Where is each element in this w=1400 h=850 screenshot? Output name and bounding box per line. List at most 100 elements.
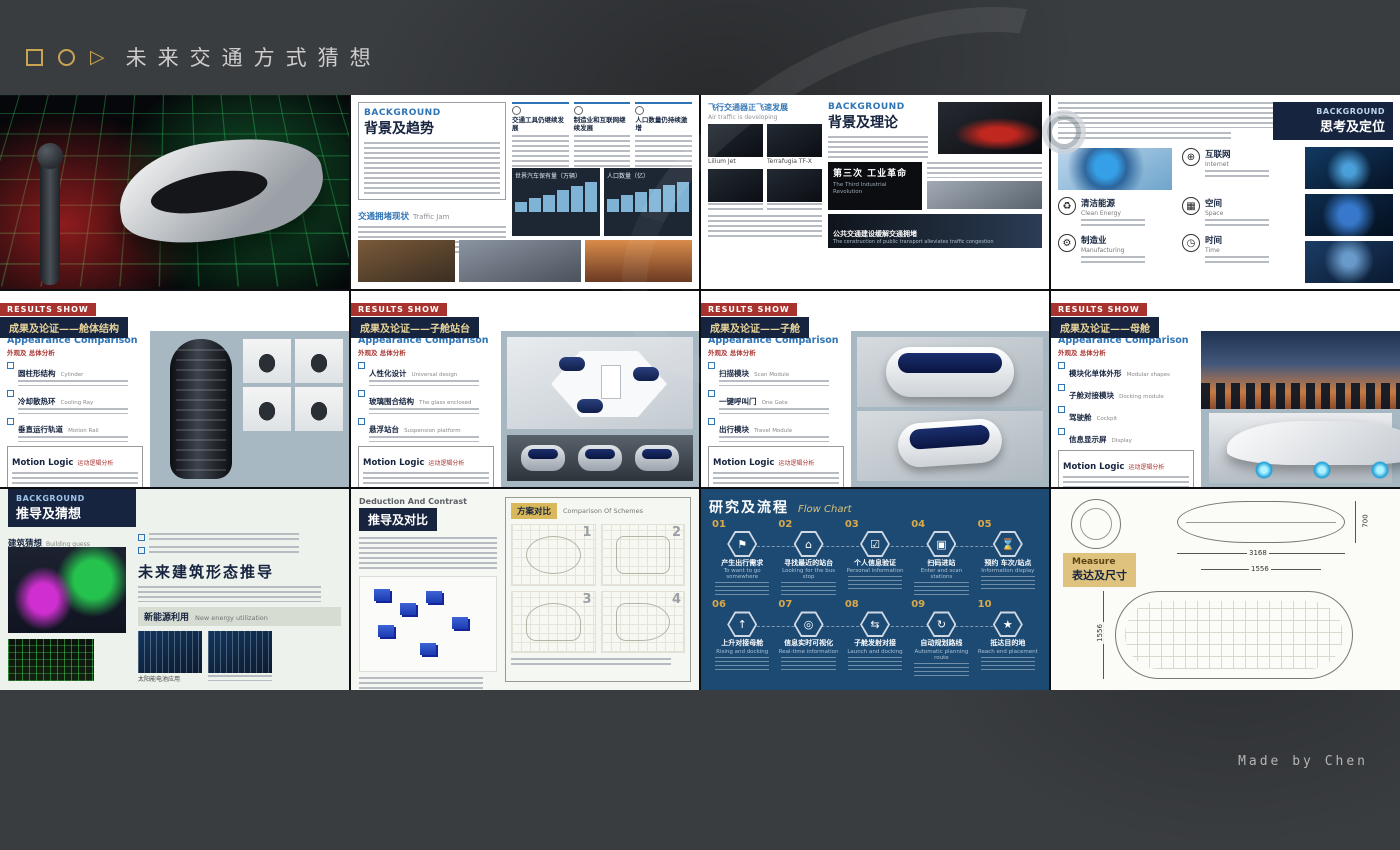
triangle-outline-icon: ▷ — [90, 49, 105, 66]
clean-energy-icon: ♻ — [1058, 197, 1076, 215]
docking-icon: ⇆ — [862, 613, 888, 635]
step-label-en: Launch and docking — [845, 649, 905, 655]
results-kicker: RESULTS SHOW — [1051, 303, 1147, 316]
pod-render-area — [851, 331, 1049, 487]
panel-background-theory: 飞行交通器正飞速发展 Air traffic is developing Lil… — [701, 95, 1049, 289]
panel-deduction-contrast: Deduction And Contrast 推导及对比 方案对比 Compar… — [351, 489, 699, 690]
feature-zh: 子舱对接模块 — [1069, 391, 1114, 400]
bar — [677, 182, 689, 212]
docked-pod — [577, 399, 603, 413]
scifi-scene-photo — [1305, 147, 1393, 189]
feature-zh: 玻璃围合结构 — [369, 397, 414, 406]
bar — [635, 192, 647, 212]
measure-label: Measure 表达及尺寸 — [1063, 553, 1136, 587]
hummingbird-photo — [1058, 148, 1172, 190]
air-traffic-label-en: Air traffic is developing — [708, 114, 822, 121]
keyword-zh: 清洁能源 — [1081, 197, 1145, 209]
city-dusk-photo — [1201, 331, 1400, 409]
text-lines — [149, 533, 299, 543]
text-lines — [848, 657, 902, 672]
feature-en: Docking module — [1119, 394, 1164, 400]
bar — [515, 202, 527, 213]
space-icon: ▦ — [1182, 197, 1200, 215]
trend-title: 背景及趋势 — [364, 118, 500, 138]
verify-check-icon: ☑ — [862, 533, 888, 555]
feature-item: 模块化单体外形 Modular shapes — [1058, 361, 1194, 380]
text-lines — [1081, 256, 1145, 264]
motion-logic-zh: 运动逻辑分析 — [778, 460, 814, 467]
feature-en: Modular shapes — [1127, 372, 1170, 378]
qr-scan-icon: ▣ — [928, 533, 954, 555]
appearance-heading-zh: 外观及 总体分析 — [358, 347, 494, 357]
text-lines — [1205, 256, 1269, 264]
flow-step: 02 ⌂ 寻找最近的站台 Looking for the bus stop — [775, 520, 841, 597]
chart-title: 人口数量（亿） — [607, 171, 689, 180]
scheme-number: 4 — [672, 592, 681, 607]
structure-thumbnail — [295, 387, 343, 431]
pod-render-bottom — [857, 411, 1043, 481]
flow-step: 03 ☑ 个人信息验证 Personal information — [842, 520, 908, 597]
scheme-comparison-box: 方案对比 Comparison Of Schemes 1 2 3 4 — [505, 497, 691, 682]
guess-note — [138, 533, 341, 543]
bar — [663, 185, 675, 212]
new-energy-label: 新能源利用 New energy utilization — [138, 607, 341, 626]
motion-logic-box: Motion Logic运动逻辑分析 — [7, 446, 143, 487]
dimension-height: 700 — [1362, 512, 1370, 529]
step-number: 06 — [712, 600, 772, 610]
feature-item: 出行模块 Travel Module — [708, 417, 844, 442]
position-heading: BACKGROUND 思考及定位 — [1273, 102, 1393, 140]
wireframe-grid-render — [8, 639, 94, 681]
flow-step: 07 ◎ 信息实时可视化 Real-time information — [775, 600, 841, 677]
text-lines — [708, 215, 822, 237]
step-label-zh: 预约 车次/站点 — [978, 559, 1038, 567]
feature-en: Motion Rail — [68, 428, 99, 434]
measure-label-en: Measure — [1072, 557, 1127, 567]
feature-zh: 悬浮站台 — [369, 425, 399, 434]
feature-en: Cooling Ray — [61, 400, 94, 406]
flow-row-1: 01 ⚑ 产生出行需求 To want to go somewhere 02 ⌂… — [709, 520, 1041, 597]
square-bullet-icon — [708, 418, 715, 425]
text-lines — [719, 408, 829, 414]
trend-kicker: BACKGROUND — [364, 108, 500, 118]
bar — [585, 182, 597, 212]
text-lines — [635, 135, 692, 167]
comparison-tag: 方案对比 — [511, 503, 557, 519]
motion-logic-box: Motion Logic运动逻辑分析 — [708, 446, 844, 487]
hexagon-icon: ⌂ — [794, 531, 824, 557]
scifi-scene-photo — [1305, 241, 1393, 283]
panel-flow-chart: 研究及流程 Flow Chart 01 ⚑ 产生出行需求 To want to … — [701, 489, 1049, 690]
info-display-icon: ◎ — [796, 613, 822, 635]
keyword-zh: 制造业 — [1081, 234, 1145, 246]
feature-zh: 冷却散热环 — [18, 397, 56, 406]
city-aerial-photo — [358, 240, 455, 282]
step-number: 08 — [845, 600, 905, 610]
text-lines — [981, 657, 1035, 672]
structure-thumbnail — [243, 387, 291, 431]
bar — [557, 190, 569, 212]
need-flag-icon: ⚑ — [729, 533, 755, 555]
text-lines — [927, 162, 1042, 178]
keyword-en: Manufacturing — [1081, 247, 1145, 254]
new-energy-en: New energy utilization — [195, 614, 268, 622]
hexagon-icon: ◎ — [794, 611, 824, 637]
panel-thinking-positioning: BACKGROUND 思考及定位 ⊕ 互联网 Internet ♻ — [1051, 95, 1400, 289]
module-cube — [378, 625, 394, 637]
hexagon-icon: ⇆ — [860, 611, 890, 637]
feature-en: The glass enclosed — [419, 400, 471, 406]
driverless-car-photo — [927, 181, 1042, 209]
scifi-scene-photo — [1305, 194, 1393, 236]
step-label-zh: 子舱发射对接 — [845, 639, 905, 647]
square-bullet-icon — [358, 362, 365, 369]
step-label-en: Rising and docking — [712, 649, 772, 655]
results-title: 成果及论证——母舱 — [1051, 317, 1159, 338]
scheme-number: 1 — [582, 525, 591, 540]
manufacturing-gear-icon: ⚙ — [1058, 234, 1076, 252]
feature-en: One Gate — [762, 400, 788, 406]
structure-thumbnail — [243, 339, 291, 383]
square-outline-icon — [26, 49, 43, 66]
step-number: 01 — [712, 520, 772, 530]
position-kicker: BACKGROUND — [1281, 107, 1385, 116]
scheme-number: 3 — [582, 592, 591, 607]
step-number: 10 — [978, 600, 1038, 610]
text-lines — [715, 582, 769, 597]
